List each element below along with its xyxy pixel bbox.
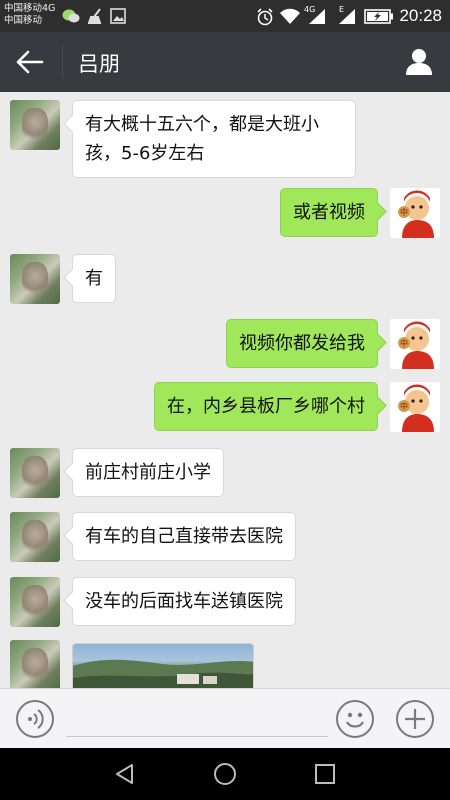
avatar-badge-text: 中	[400, 401, 408, 411]
received-message[interactable]: 前庄村前庄小学	[72, 448, 224, 497]
sent-message[interactable]: 在，内乡县板厂乡哪个村	[154, 382, 378, 431]
contact-avatar[interactable]	[10, 100, 60, 150]
received-image-message[interactable]	[72, 643, 254, 688]
message-text: 视频你都发给我	[239, 333, 365, 354]
signal-icon	[339, 9, 355, 24]
alarm-icon	[257, 8, 273, 26]
wifi-icon	[280, 8, 300, 24]
voice-icon	[28, 709, 44, 729]
voice-button[interactable]	[16, 700, 54, 738]
received-message[interactable]: 有大概十五六个，都是大班小 孩，5-6岁左右	[72, 100, 356, 178]
received-message[interactable]: 有车的自己直接带去医院	[72, 512, 296, 561]
contact-avatar[interactable]	[10, 640, 60, 688]
home-circle-icon[interactable]	[213, 762, 237, 786]
message-input-bar	[0, 688, 450, 748]
person-icon[interactable]	[404, 46, 434, 76]
contact-avatar[interactable]	[10, 512, 60, 562]
broom-icon	[88, 8, 102, 24]
cartoon-avatar-icon: 中	[390, 188, 440, 238]
emoji-button[interactable]	[336, 700, 374, 738]
status-time: 20:28	[399, 6, 442, 25]
cartoon-avatar-icon: 中	[390, 319, 440, 369]
contact-avatar[interactable]	[10, 448, 60, 498]
message-text-line: 有大概十五六个，都是大班小	[85, 114, 319, 135]
contact-avatar[interactable]	[10, 254, 60, 304]
avatar-badge-text: 中	[400, 207, 408, 217]
title-bar: 吕朋	[0, 32, 450, 92]
more-button[interactable]	[396, 700, 434, 738]
carrier-info: 中国移动4G 中国移动	[4, 3, 55, 27]
my-avatar[interactable]: 中	[390, 319, 440, 369]
received-message[interactable]: 有	[72, 254, 116, 303]
arrow-left-icon[interactable]	[14, 48, 46, 76]
carrier-line-2: 中国移动	[4, 15, 43, 26]
chat-title: 吕朋	[78, 52, 120, 76]
signal-icon	[309, 9, 325, 24]
title-divider	[62, 46, 63, 78]
my-avatar[interactable]: 中	[390, 188, 440, 238]
message-text: 在，内乡县板厂乡哪个村	[167, 396, 365, 417]
system-nav-bar	[0, 748, 450, 800]
message-text: 没车的后面找车送镇医院	[85, 591, 283, 612]
chat-message-list[interactable]: 有大概十五六个，都是大班小 孩，5-6岁左右 中 或者视频 有 中 视频你都发给…	[0, 92, 450, 688]
received-message[interactable]: 没车的后面找车送镇医院	[72, 577, 296, 626]
message-input[interactable]	[66, 701, 328, 737]
avatar-badge-text: 中	[400, 338, 408, 348]
emoji-icon	[346, 712, 364, 728]
message-text: 有车的自己直接带去医院	[85, 526, 283, 547]
status-bar: 中国移动4G 中国移动 4G E 20:28	[0, 0, 450, 32]
contact-avatar[interactable]	[10, 577, 60, 627]
message-text-line: 孩，5-6岁左右	[85, 143, 205, 164]
back-triangle-icon[interactable]	[113, 762, 137, 786]
sent-message[interactable]: 或者视频	[280, 188, 378, 237]
message-text: 或者视频	[293, 202, 365, 223]
sent-message[interactable]: 视频你都发给我	[226, 319, 378, 368]
battery-charging-icon	[364, 9, 393, 24]
recents-square-icon[interactable]	[313, 762, 337, 786]
carrier-line-1: 中国移动4G	[4, 3, 56, 14]
photo-thumbnail	[73, 659, 253, 688]
cartoon-avatar-icon: 中	[390, 382, 440, 432]
message-text: 有	[85, 268, 103, 289]
message-text: 前庄村前庄小学	[85, 462, 211, 483]
chat-notification-icon	[62, 9, 80, 23]
image-icon	[110, 8, 126, 24]
plus-icon	[405, 709, 425, 729]
my-avatar[interactable]: 中	[390, 382, 440, 432]
